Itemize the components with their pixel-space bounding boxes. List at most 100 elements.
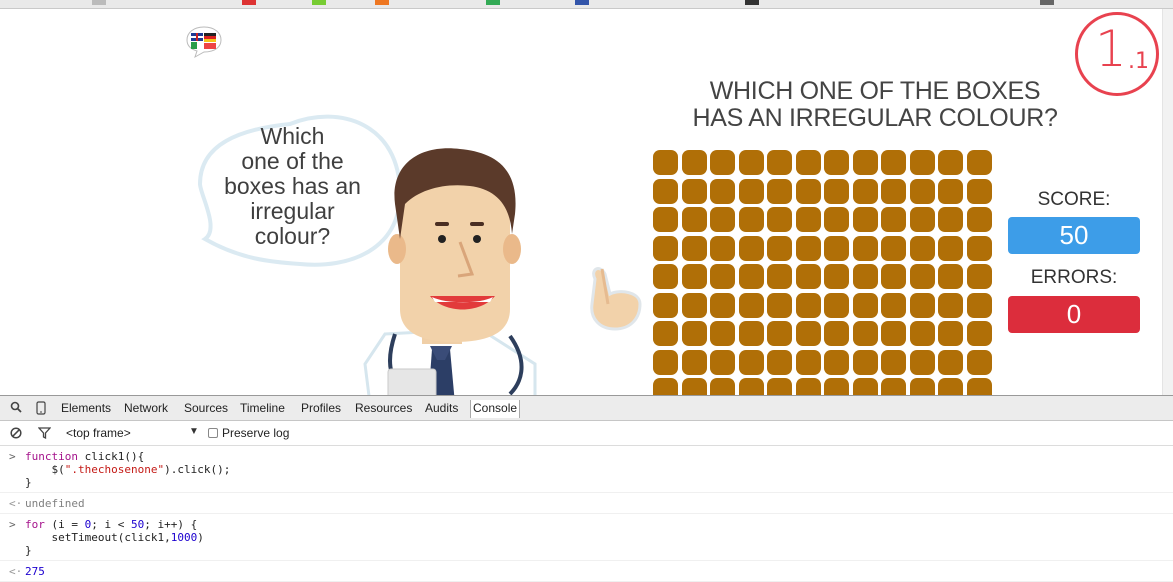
color-box[interactable] (938, 350, 963, 375)
color-box[interactable] (853, 321, 878, 346)
color-box[interactable] (824, 378, 849, 395)
color-box[interactable] (767, 321, 792, 346)
color-box[interactable] (739, 236, 764, 261)
color-box[interactable] (739, 150, 764, 175)
color-box[interactable] (739, 350, 764, 375)
frame-select[interactable]: <top frame> (66, 426, 131, 440)
console-output[interactable]: > function click1(){ $(".thechosenone").c… (0, 446, 1173, 582)
color-box[interactable] (739, 264, 764, 289)
color-box[interactable] (938, 378, 963, 395)
color-box[interactable] (938, 293, 963, 318)
color-box[interactable] (682, 293, 707, 318)
color-box[interactable] (967, 378, 992, 395)
color-box[interactable] (682, 264, 707, 289)
color-box[interactable] (853, 179, 878, 204)
color-box[interactable] (853, 236, 878, 261)
color-box[interactable] (710, 207, 735, 232)
color-box[interactable] (767, 150, 792, 175)
color-box[interactable] (824, 350, 849, 375)
color-box[interactable] (653, 236, 678, 261)
color-box[interactable] (739, 207, 764, 232)
search-icon[interactable] (10, 401, 22, 416)
color-box[interactable] (767, 207, 792, 232)
color-box[interactable] (739, 293, 764, 318)
color-box[interactable] (682, 179, 707, 204)
color-box[interactable] (824, 321, 849, 346)
color-box[interactable] (653, 207, 678, 232)
color-box[interactable] (881, 264, 906, 289)
color-box[interactable] (796, 264, 821, 289)
tab-audits[interactable]: Audits (425, 401, 458, 415)
color-box[interactable] (967, 293, 992, 318)
color-box[interactable] (938, 207, 963, 232)
color-box[interactable] (938, 321, 963, 346)
tab-network[interactable]: Network (124, 401, 168, 415)
color-box[interactable] (682, 236, 707, 261)
color-box[interactable] (853, 378, 878, 395)
color-box[interactable] (881, 293, 906, 318)
color-box[interactable] (824, 264, 849, 289)
color-box[interactable] (824, 236, 849, 261)
color-box[interactable] (881, 179, 906, 204)
color-box[interactable] (881, 378, 906, 395)
language-flags-icon[interactable] (185, 25, 223, 59)
color-box[interactable] (739, 321, 764, 346)
color-box[interactable] (767, 350, 792, 375)
color-box[interactable] (910, 236, 935, 261)
color-box[interactable] (653, 179, 678, 204)
color-box[interactable] (796, 350, 821, 375)
tab-profiles[interactable]: Profiles (301, 401, 341, 415)
tab-elements[interactable]: Elements (61, 401, 111, 415)
color-box[interactable] (824, 207, 849, 232)
color-box[interactable] (767, 264, 792, 289)
color-box[interactable] (796, 207, 821, 232)
tab-timeline[interactable]: Timeline (240, 401, 285, 415)
color-box[interactable] (910, 378, 935, 395)
color-box[interactable] (881, 150, 906, 175)
color-box[interactable] (824, 179, 849, 204)
color-box[interactable] (796, 378, 821, 395)
color-box[interactable] (710, 350, 735, 375)
color-box[interactable] (824, 150, 849, 175)
filter-icon[interactable] (37, 427, 52, 442)
color-box[interactable] (910, 264, 935, 289)
color-box[interactable] (853, 350, 878, 375)
color-box[interactable] (682, 350, 707, 375)
color-box[interactable] (853, 207, 878, 232)
tab-console[interactable]: Console (470, 400, 521, 418)
color-box[interactable] (682, 321, 707, 346)
color-box[interactable] (710, 179, 735, 204)
color-box[interactable] (710, 236, 735, 261)
color-box[interactable] (653, 350, 678, 375)
color-box[interactable] (853, 293, 878, 318)
color-box[interactable] (767, 236, 792, 261)
color-box[interactable] (938, 150, 963, 175)
color-box[interactable] (710, 264, 735, 289)
color-box[interactable] (682, 378, 707, 395)
color-box[interactable] (653, 378, 678, 395)
color-box[interactable] (853, 264, 878, 289)
color-box[interactable] (853, 150, 878, 175)
color-box[interactable] (653, 293, 678, 318)
color-box[interactable] (653, 321, 678, 346)
color-box[interactable] (710, 150, 735, 175)
color-box[interactable] (682, 150, 707, 175)
color-box[interactable] (710, 321, 735, 346)
color-box[interactable] (938, 179, 963, 204)
color-box[interactable] (739, 378, 764, 395)
color-box[interactable] (796, 150, 821, 175)
color-box[interactable] (796, 321, 821, 346)
color-box[interactable] (881, 321, 906, 346)
color-box[interactable] (881, 236, 906, 261)
color-box[interactable] (796, 236, 821, 261)
color-box[interactable] (796, 179, 821, 204)
tab-sources[interactable]: Sources (184, 401, 228, 415)
color-box[interactable] (881, 350, 906, 375)
color-box[interactable] (796, 293, 821, 318)
color-box[interactable] (910, 179, 935, 204)
color-box[interactable] (767, 378, 792, 395)
color-box[interactable] (967, 350, 992, 375)
clear-console-icon[interactable] (10, 427, 22, 442)
color-box[interactable] (710, 293, 735, 318)
color-box[interactable] (910, 293, 935, 318)
